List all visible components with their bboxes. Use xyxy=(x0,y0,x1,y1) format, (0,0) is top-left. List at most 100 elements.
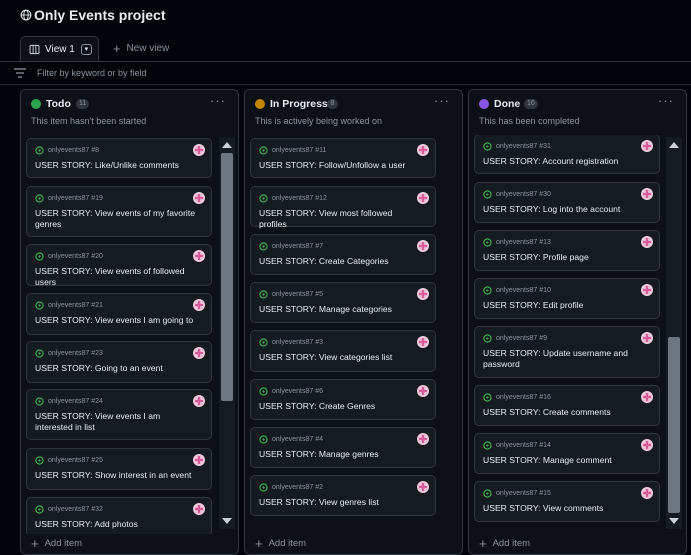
issue-card[interactable]: onlyevents87 #4 USER STORY: Manage genres xyxy=(250,427,436,468)
issue-title[interactable]: USER STORY: View events I am interested … xyxy=(35,411,195,433)
assignee-avatar-icon[interactable] xyxy=(193,503,205,515)
assignee-avatar-icon[interactable] xyxy=(641,439,653,451)
issue-reference[interactable]: onlyevents87 #9 xyxy=(496,335,547,342)
assignee-avatar-icon[interactable] xyxy=(417,240,429,252)
issue-reference[interactable]: onlyevents87 #5 xyxy=(272,291,323,298)
issue-card[interactable]: onlyevents87 #31 USER STORY: Account regi… xyxy=(474,135,660,174)
issue-card[interactable]: onlyevents87 #11 USER STORY: Follow/Unfol… xyxy=(250,138,436,178)
issue-card[interactable]: onlyevents87 #12 USER STORY: View most fo… xyxy=(250,186,436,230)
issue-title[interactable]: USER STORY: Create Categories xyxy=(259,256,419,267)
scrollbar-thumb[interactable] xyxy=(221,153,233,401)
issue-reference[interactable]: onlyevents87 #21 xyxy=(48,302,103,309)
issue-card[interactable]: onlyevents87 #24 USER STORY: View events … xyxy=(26,389,212,440)
issue-card[interactable]: onlyevents87 #21 USER STORY: View events … xyxy=(26,293,212,335)
assignee-avatar-icon[interactable] xyxy=(641,236,653,248)
issue-card[interactable]: onlyevents87 #23 USER STORY: Going to an … xyxy=(26,341,212,383)
scroll-up-arrow-icon[interactable] xyxy=(669,142,679,148)
issue-card[interactable]: onlyevents87 #19 USER STORY: View events … xyxy=(26,186,212,237)
issue-title[interactable]: USER STORY: Show interest in an event xyxy=(35,470,195,481)
issue-card[interactable]: onlyevents87 #15 USER STORY: View comment… xyxy=(474,481,660,522)
tab-view-1[interactable]: View 1 ▾ xyxy=(20,36,99,61)
issue-card[interactable]: onlyevents87 #13 USER STORY: Profile page xyxy=(474,230,660,271)
issue-card[interactable]: onlyevents87 #9 USER STORY: Update userna… xyxy=(474,326,660,378)
issue-reference[interactable]: onlyevents87 #16 xyxy=(496,394,551,401)
assignee-avatar-icon[interactable] xyxy=(641,332,653,344)
issue-reference[interactable]: onlyevents87 #25 xyxy=(48,457,103,464)
assignee-avatar-icon[interactable] xyxy=(193,395,205,407)
issue-title[interactable]: USER STORY: Manage comment xyxy=(483,455,643,466)
column-more-options-icon[interactable]: ··· xyxy=(658,93,674,108)
assignee-avatar-icon[interactable] xyxy=(193,144,205,156)
scroll-down-arrow-icon[interactable] xyxy=(669,518,679,524)
issue-reference[interactable]: onlyevents87 #15 xyxy=(496,490,551,497)
issue-title[interactable]: USER STORY: Create comments xyxy=(483,407,643,418)
issue-reference[interactable]: onlyevents87 #10 xyxy=(496,287,551,294)
assignee-avatar-icon[interactable] xyxy=(193,347,205,359)
issue-card[interactable]: onlyevents87 #20 USER STORY: View events … xyxy=(26,244,212,288)
issue-card[interactable]: onlyevents87 #5 USER STORY: Manage catego… xyxy=(250,282,436,323)
issue-reference[interactable]: onlyevents87 #23 xyxy=(48,350,103,357)
view-options-chevron-down-icon[interactable]: ▾ xyxy=(80,43,92,55)
issue-reference[interactable]: onlyevents87 #30 xyxy=(496,191,551,198)
issue-reference[interactable]: onlyevents87 #8 xyxy=(48,147,99,154)
column-more-options-icon[interactable]: ··· xyxy=(434,93,450,108)
assignee-avatar-icon[interactable] xyxy=(641,487,653,499)
assignee-avatar-icon[interactable] xyxy=(417,433,429,445)
assignee-avatar-icon[interactable] xyxy=(417,385,429,397)
assignee-avatar-icon[interactable] xyxy=(417,288,429,300)
issue-title[interactable]: USER STORY: Profile page xyxy=(483,252,643,263)
add-item-button[interactable]: + Add item xyxy=(245,532,462,554)
issue-card[interactable]: onlyevents87 #3 USER STORY: View categori… xyxy=(250,330,436,372)
issue-reference[interactable]: onlyevents87 #14 xyxy=(496,442,551,449)
column-more-options-icon[interactable]: ··· xyxy=(210,93,226,108)
issue-title[interactable]: USER STORY: Going to an event xyxy=(35,363,195,374)
issue-title[interactable]: USER STORY: View most followed profiles xyxy=(259,208,419,230)
assignee-avatar-icon[interactable] xyxy=(641,391,653,403)
issue-reference[interactable]: onlyevents87 #13 xyxy=(496,239,551,246)
issue-title[interactable]: USER STORY: Edit profile xyxy=(483,300,643,311)
issue-card[interactable]: onlyevents87 #25 USER STORY: Show interes… xyxy=(26,448,212,490)
assignee-avatar-icon[interactable] xyxy=(641,188,653,200)
issue-title[interactable]: USER STORY: Manage genres xyxy=(259,449,419,460)
issue-reference[interactable]: onlyevents87 #24 xyxy=(48,398,103,405)
add-item-button[interactable]: + Add item xyxy=(469,532,686,554)
issue-title[interactable]: USER STORY: Account registration xyxy=(483,156,643,167)
issue-reference[interactable]: onlyevents87 #7 xyxy=(272,243,323,250)
issue-card[interactable]: onlyevents87 #32 USER STORY: Add photos xyxy=(26,497,212,534)
issue-card[interactable]: onlyevents87 #30 USER STORY: Log into the… xyxy=(474,182,660,223)
assignee-avatar-icon[interactable] xyxy=(641,140,653,152)
assignee-avatar-icon[interactable] xyxy=(193,192,205,204)
issue-reference[interactable]: onlyevents87 #20 xyxy=(48,253,103,260)
assignee-avatar-icon[interactable] xyxy=(417,336,429,348)
issue-title[interactable]: USER STORY: Log into the account xyxy=(483,204,643,215)
issue-title[interactable]: USER STORY: Follow/Unfollow a user xyxy=(259,160,419,171)
issue-title[interactable]: USER STORY: View genres list xyxy=(259,497,419,508)
issue-card[interactable]: onlyevents87 #7 USER STORY: Create Catego… xyxy=(250,234,436,275)
assignee-avatar-icon[interactable] xyxy=(417,481,429,493)
new-view-button[interactable]: + New view xyxy=(113,41,169,56)
assignee-avatar-icon[interactable] xyxy=(193,299,205,311)
issue-card[interactable]: onlyevents87 #8 USER STORY: Like/Unlike c… xyxy=(26,138,212,178)
issue-card[interactable]: onlyevents87 #16 USER STORY: Create comme… xyxy=(474,385,660,426)
scroll-down-arrow-icon[interactable] xyxy=(222,518,232,524)
issue-title[interactable]: USER STORY: View events of my favorite g… xyxy=(35,208,195,230)
assignee-avatar-icon[interactable] xyxy=(193,250,205,262)
assignee-avatar-icon[interactable] xyxy=(193,454,205,466)
issue-reference[interactable]: onlyevents87 #32 xyxy=(48,506,103,513)
issue-card[interactable]: onlyevents87 #14 USER STORY: Manage comme… xyxy=(474,433,660,474)
issue-title[interactable]: USER STORY: Manage categories xyxy=(259,304,419,315)
issue-reference[interactable]: onlyevents87 #19 xyxy=(48,195,103,202)
issue-title[interactable]: USER STORY: View events of followed user… xyxy=(35,266,195,288)
issue-title[interactable]: USER STORY: Add photos xyxy=(35,519,195,530)
column-scrollbar[interactable] xyxy=(219,137,235,529)
issue-reference[interactable]: onlyevents87 #6 xyxy=(272,388,323,395)
filter-input[interactable] xyxy=(37,68,337,78)
issue-title[interactable]: USER STORY: View comments xyxy=(483,503,643,514)
issue-title[interactable]: USER STORY: Like/Unlike comments xyxy=(35,160,195,171)
issue-card[interactable]: onlyevents87 #10 USER STORY: Edit profile xyxy=(474,278,660,319)
issue-card[interactable]: onlyevents87 #2 USER STORY: View genres l… xyxy=(250,475,436,516)
issue-title[interactable]: USER STORY: View events I am going to xyxy=(35,315,195,326)
issue-card[interactable]: onlyevents87 #6 USER STORY: Create Genres xyxy=(250,379,436,420)
issue-title[interactable]: USER STORY: Update username and password xyxy=(483,348,643,370)
issue-reference[interactable]: onlyevents87 #4 xyxy=(272,436,323,443)
